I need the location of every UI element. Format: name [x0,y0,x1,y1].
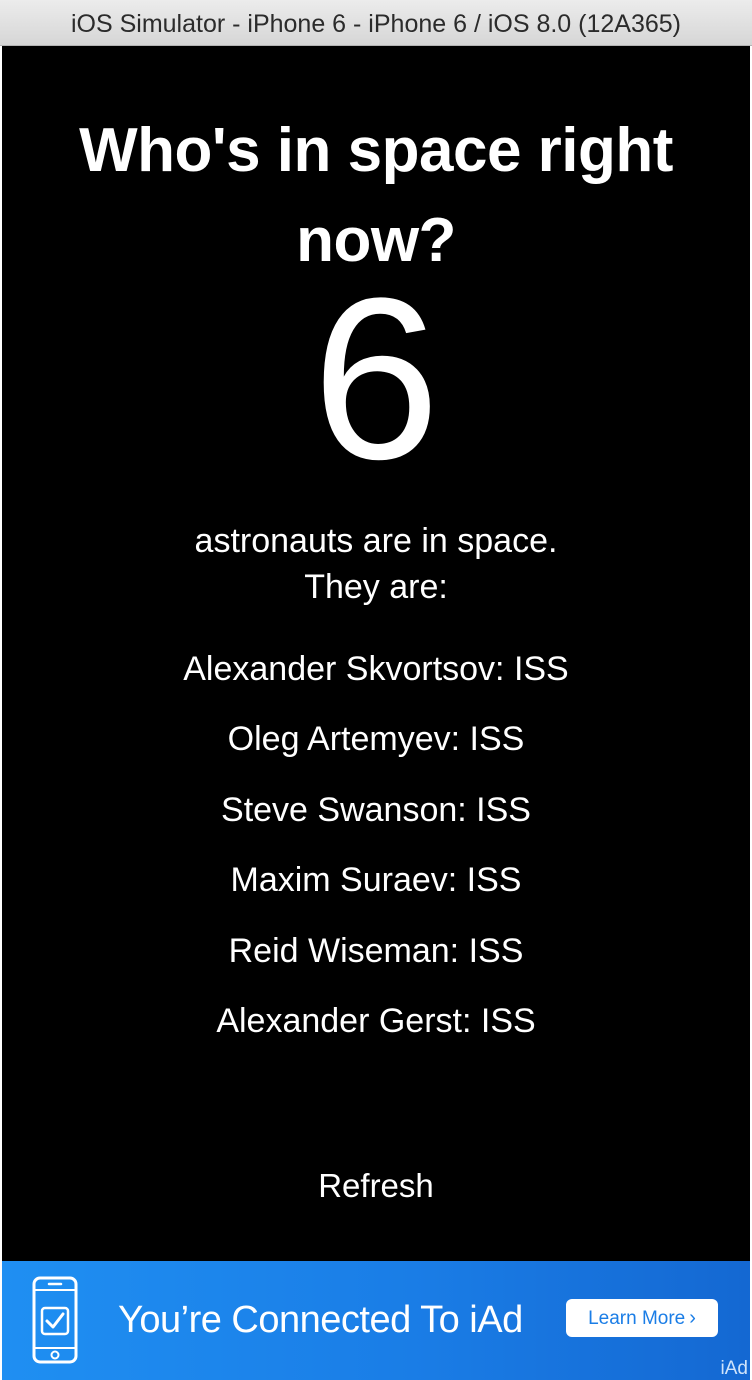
iad-banner[interactable]: You’re Connected To iAd Learn More › iAd [2,1261,750,1380]
caption-line-2: They are: [304,568,448,606]
learn-more-button[interactable]: Learn More › [566,1299,718,1337]
window-title: iOS Simulator - iPhone 6 - iPhone 6 / iO… [70,10,682,38]
headline-line-1: Who's in space right [79,116,673,185]
simulator-screen: Who's in space right now? 6 astronauts a… [2,46,750,1380]
iad-logo: iAd [720,1358,748,1379]
list-item: Maxim Suraev: ISS [230,861,522,900]
astronaut-count: 6 [312,250,440,507]
iad-message: You’re Connected To iAd [118,1299,523,1341]
caption-line-1: astronauts are in space. [194,522,558,560]
refresh-button[interactable]: Refresh [276,1156,476,1216]
list-item: Alexander Skvortsov: ISS [183,650,569,688]
learn-more-label: Learn More [588,1308,686,1329]
window-title-bar: iOS Simulator - iPhone 6 - iPhone 6 / iO… [0,0,752,46]
list-item: Steve Swanson: ISS [221,790,531,829]
chevron-right-icon: › [689,1307,696,1329]
list-item: Reid Wiseman: ISS [228,931,524,970]
phone-check-icon [32,1276,78,1364]
list-item: Oleg Artemyev: ISS [227,720,525,759]
count-caption: astronauts are in space. They are: [2,518,750,610]
astronaut-list: Alexander Skvortsov: ISS Oleg Artemyev: … [2,634,750,1056]
list-item: Alexander Gerst: ISS [216,1002,536,1041]
